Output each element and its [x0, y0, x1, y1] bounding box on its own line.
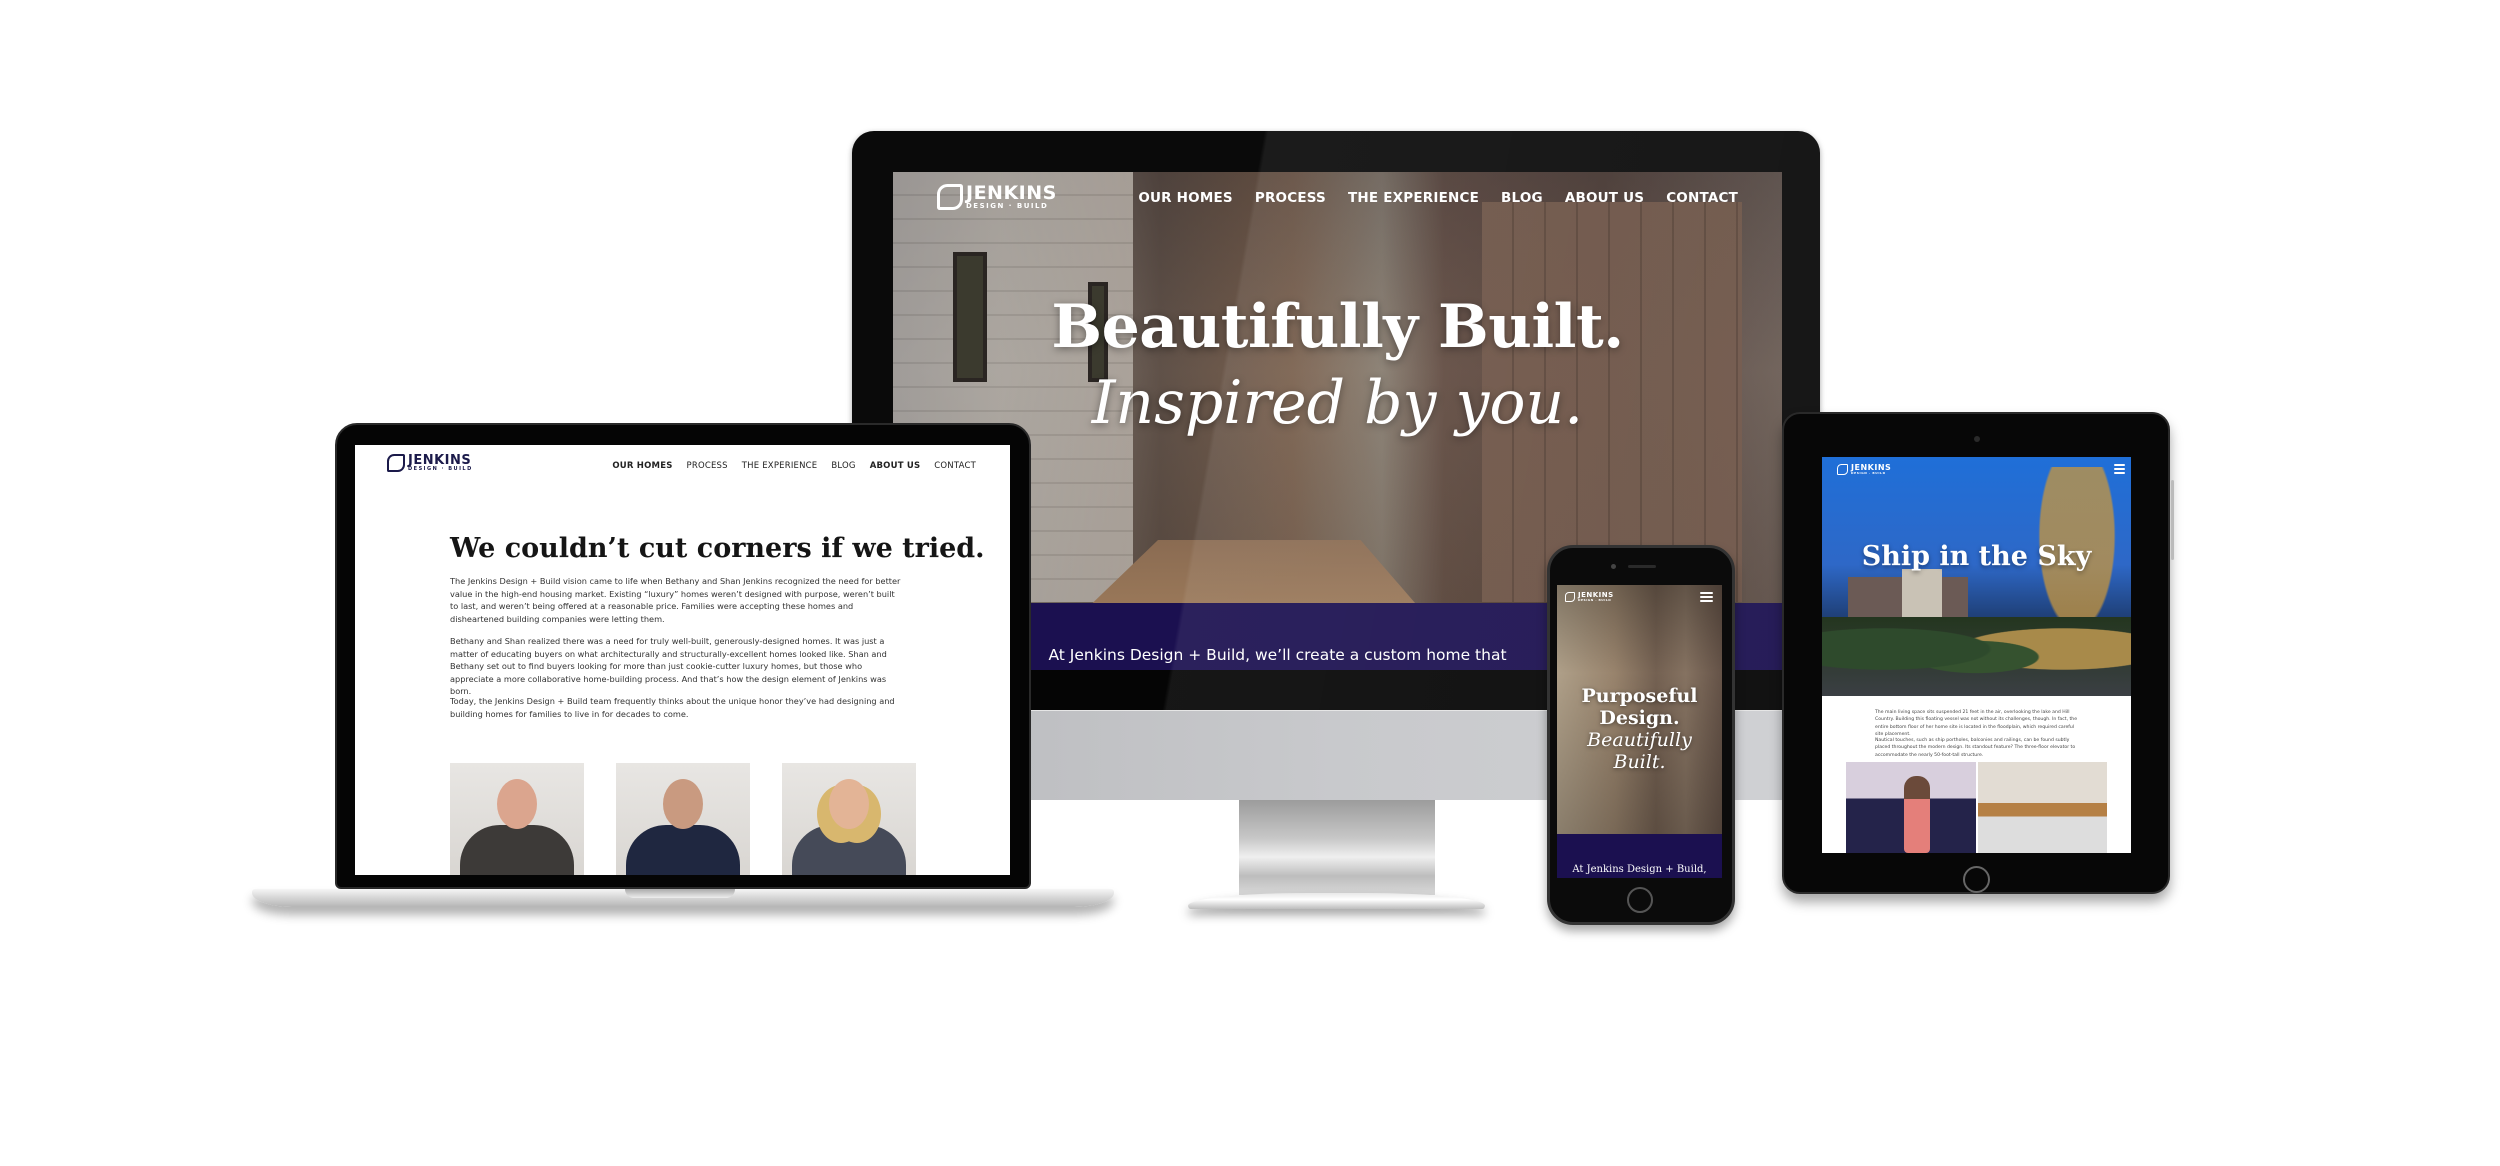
- monitor-stand: [1239, 800, 1435, 895]
- team-photo: [782, 763, 916, 875]
- nav-process[interactable]: PROCESS: [1255, 190, 1326, 206]
- phone-hero-line1: Purposeful: [1581, 685, 1698, 707]
- about-heading: We couldn’t cut corners if we tried.: [450, 533, 985, 564]
- about-paragraph: The Jenkins Design + Build vision came t…: [450, 576, 901, 624]
- laptop-notch: [625, 889, 735, 898]
- device-mockup-stage: JENKINS DESIGN · BUILD OUR HOMES PROCESS…: [0, 0, 2500, 1166]
- logo-mark-icon: [387, 454, 405, 472]
- laptop-nav: OUR HOMES PROCESS THE EXPERIENCE BLOG AB…: [612, 461, 976, 471]
- about-paragraph: Today, the Jenkins Design + Build team f…: [450, 696, 895, 719]
- tablet-camera: [1974, 436, 1980, 442]
- laptop-screen: JENKINS DESIGN · BUILD OUR HOMES PROCESS…: [355, 445, 1010, 875]
- phone-screen: JENKINS DESIGN · BUILD Purposeful Design…: [1557, 585, 1722, 878]
- logo-subtitle: DESIGN · BUILD: [408, 466, 473, 472]
- team-photo-body: [460, 825, 574, 875]
- nav-our-homes[interactable]: OUR HOMES: [612, 461, 672, 471]
- tablet-hero-photo: [1822, 457, 2131, 696]
- team-photo-face: [497, 779, 537, 829]
- nav-our-homes[interactable]: OUR HOMES: [1138, 190, 1233, 206]
- logo-mark-icon: [1837, 464, 1848, 475]
- logo-subtitle: DESIGN · BUILD: [1578, 598, 1612, 602]
- team-photo-body: [792, 825, 906, 875]
- hamburger-menu-icon[interactable]: [2114, 464, 2125, 474]
- project-photo-dining-room: [1978, 762, 2107, 853]
- site-logo[interactable]: JENKINS DESIGN · BUILD: [1837, 464, 1891, 475]
- phone-camera: [1611, 564, 1616, 569]
- team-photo: [616, 763, 750, 875]
- phone-intro-band-text: At Jenkins Design + Build,: [1572, 864, 1707, 875]
- nav-about-us[interactable]: ABOUT US: [1565, 190, 1644, 206]
- phone-hero-line2: Design.: [1599, 707, 1680, 729]
- desktop-nav: OUR HOMES PROCESS THE EXPERIENCE BLOG AB…: [1138, 190, 1738, 206]
- team-photo-face: [829, 779, 869, 829]
- logo-subtitle: DESIGN · BUILD: [1851, 471, 1886, 475]
- nav-about-us[interactable]: ABOUT US: [870, 461, 921, 471]
- hero-headline: Beautifully Built.: [1051, 292, 1624, 362]
- site-logo[interactable]: JENKINS DESIGN · BUILD: [1565, 592, 1614, 602]
- logo-name: JENKINS: [966, 182, 1057, 204]
- tablet-side-button: [2171, 480, 2174, 560]
- nav-contact[interactable]: CONTACT: [934, 461, 976, 471]
- logo-mark-icon: [1565, 592, 1575, 602]
- nav-contact[interactable]: CONTACT: [1666, 190, 1738, 206]
- site-logo[interactable]: JENKINS DESIGN · BUILD: [387, 454, 473, 472]
- logo-subtitle: DESIGN · BUILD: [966, 202, 1049, 210]
- tablet-landscape: [1822, 617, 2131, 696]
- project-paragraph: Nautical touches, such as ship portholes…: [1875, 738, 2076, 758]
- phone-home-button: [1627, 887, 1653, 913]
- logo-mark-icon: [937, 184, 963, 210]
- team-photo-body: [626, 825, 740, 875]
- nav-the-experience[interactable]: THE EXPERIENCE: [1348, 190, 1479, 206]
- project-paragraph: The main living space sits suspended 21 …: [1875, 710, 2078, 737]
- nav-blog[interactable]: BLOG: [1501, 190, 1543, 206]
- tablet-home-button: [1963, 866, 1990, 893]
- about-paragraph: Bethany and Shan realized there was a ne…: [450, 636, 887, 696]
- tablet-screen: JENKINS DESIGN · BUILD Ship in the Sky T…: [1822, 457, 2131, 853]
- project-photo-living-room: [1846, 762, 1976, 853]
- hamburger-menu-icon[interactable]: [1700, 592, 1713, 602]
- hero-subheadline: Inspired by you.: [1091, 368, 1584, 438]
- team-photo: [450, 763, 584, 875]
- nav-process[interactable]: PROCESS: [687, 461, 728, 471]
- project-photo-person: [1904, 776, 1930, 853]
- phone-hero-line3: Beautifully: [1587, 729, 1692, 751]
- project-title: Ship in the Sky: [1861, 541, 2092, 572]
- nav-blog[interactable]: BLOG: [831, 461, 855, 471]
- monitor-stand-base: [1188, 893, 1485, 909]
- phone-intro-band: At Jenkins Design + Build,: [1557, 834, 1722, 878]
- phone-speaker: [1628, 565, 1656, 568]
- nav-the-experience[interactable]: THE EXPERIENCE: [742, 461, 818, 471]
- phone-hero-line4: Built.: [1613, 751, 1666, 773]
- team-photo-face: [663, 779, 703, 829]
- site-logo[interactable]: JENKINS DESIGN · BUILD: [937, 184, 1057, 210]
